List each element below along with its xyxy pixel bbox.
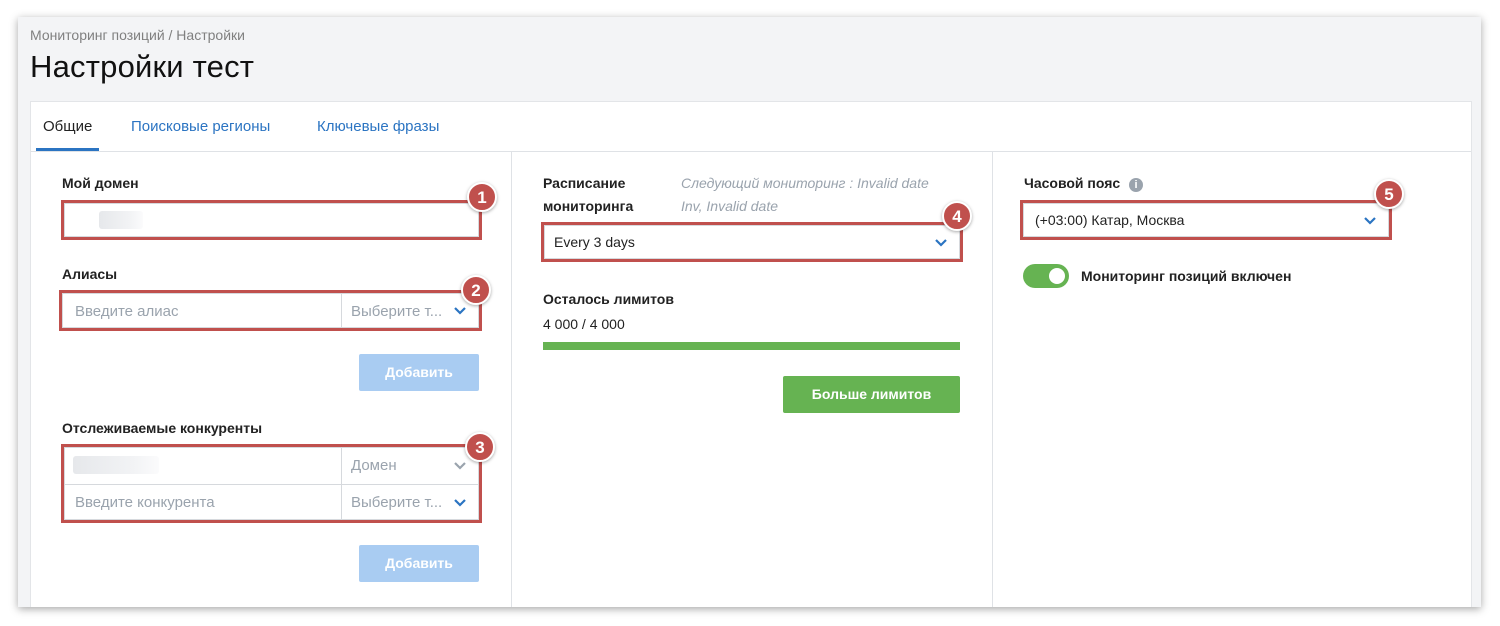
aliases-label: Алиасы [62, 266, 118, 282]
redacted-domain [99, 211, 143, 229]
callout-badge-2: 2 [461, 275, 491, 305]
info-icon[interactable]: i [1129, 178, 1143, 192]
settings-card: Общие Поисковые регионы Ключевые фразы М… [30, 101, 1472, 607]
add-competitor-button[interactable]: Добавить [359, 545, 479, 582]
add-alias-button[interactable]: Добавить [359, 354, 479, 391]
toggle-knob [1049, 268, 1065, 284]
chevron-down-icon[interactable] [453, 498, 467, 508]
callout-badge-5: 5 [1374, 179, 1404, 209]
limits-label: Осталось лимитов [543, 291, 674, 307]
tab-key-phrases[interactable]: Ключевые фразы [317, 118, 439, 135]
alias-input-group: Введите алиас Выберите т... [59, 290, 482, 331]
schedule-label-line-2: мониторинга [543, 198, 634, 214]
monitoring-toggle[interactable] [1023, 264, 1069, 288]
page-title: Настройки тест [30, 49, 255, 84]
schedule-label: Расписание [543, 175, 626, 191]
competitors-group: Домен Введите конкурента Выберите т... [61, 444, 482, 523]
chevron-down-icon[interactable] [453, 306, 467, 316]
field-separator [341, 294, 342, 327]
app-window: Мониторинг позиций / Настройки Настройки… [18, 17, 1481, 607]
competitor-type-select-new[interactable]: Выберите т... [351, 494, 442, 511]
schedule-value: Every 3 days [554, 234, 635, 250]
monitoring-toggle-label: Мониторинг позиций включен [1081, 268, 1292, 284]
callout-badge-4: 4 [942, 201, 972, 231]
next-monitoring-date: Inv, Invalid date [681, 198, 779, 214]
column-divider [992, 152, 993, 607]
limits-value: 4 000 / 4 000 [543, 316, 625, 332]
redacted-competitor [73, 456, 159, 474]
row-separator [65, 484, 478, 485]
tab-search-regions[interactable]: Поисковые регионы [131, 118, 270, 135]
limits-progress-bar [543, 342, 960, 350]
next-monitoring-text: Следующий мониторинг : Invalid date [681, 175, 929, 191]
breadcrumb[interactable]: Мониторинг позиций / Настройки [30, 27, 245, 43]
competitor-type-select[interactable]: Домен [351, 457, 397, 474]
more-limits-button[interactable]: Больше лимитов [783, 376, 960, 413]
chevron-down-icon[interactable] [934, 238, 948, 248]
my-domain-field[interactable] [61, 200, 482, 240]
timezone-value: (+03:00) Катар, Москва [1035, 212, 1185, 228]
column-divider [511, 152, 512, 607]
callout-badge-1: 1 [467, 182, 497, 212]
chevron-down-icon[interactable] [453, 461, 467, 471]
timezone-label: Часовой пояс [1024, 175, 1121, 191]
chevron-down-icon[interactable] [1363, 216, 1377, 226]
tab-bar: Общие Поисковые регионы Ключевые фразы [31, 102, 1471, 152]
limits-progress-fill [543, 342, 960, 350]
callout-badge-3: 3 [465, 432, 495, 462]
alias-type-select[interactable]: Выберите т... [351, 303, 442, 320]
active-tab-indicator [36, 148, 99, 151]
tab-general[interactable]: Общие [43, 118, 92, 135]
competitors-label: Отслеживаемые конкуренты [62, 420, 263, 436]
timezone-select[interactable]: (+03:00) Катар, Москва [1020, 200, 1392, 240]
my-domain-label: Мой домен [62, 175, 139, 191]
competitor-input[interactable]: Введите конкурента [75, 494, 215, 511]
schedule-select[interactable]: Every 3 days [541, 222, 963, 262]
alias-input[interactable]: Введите алиас [75, 303, 178, 320]
